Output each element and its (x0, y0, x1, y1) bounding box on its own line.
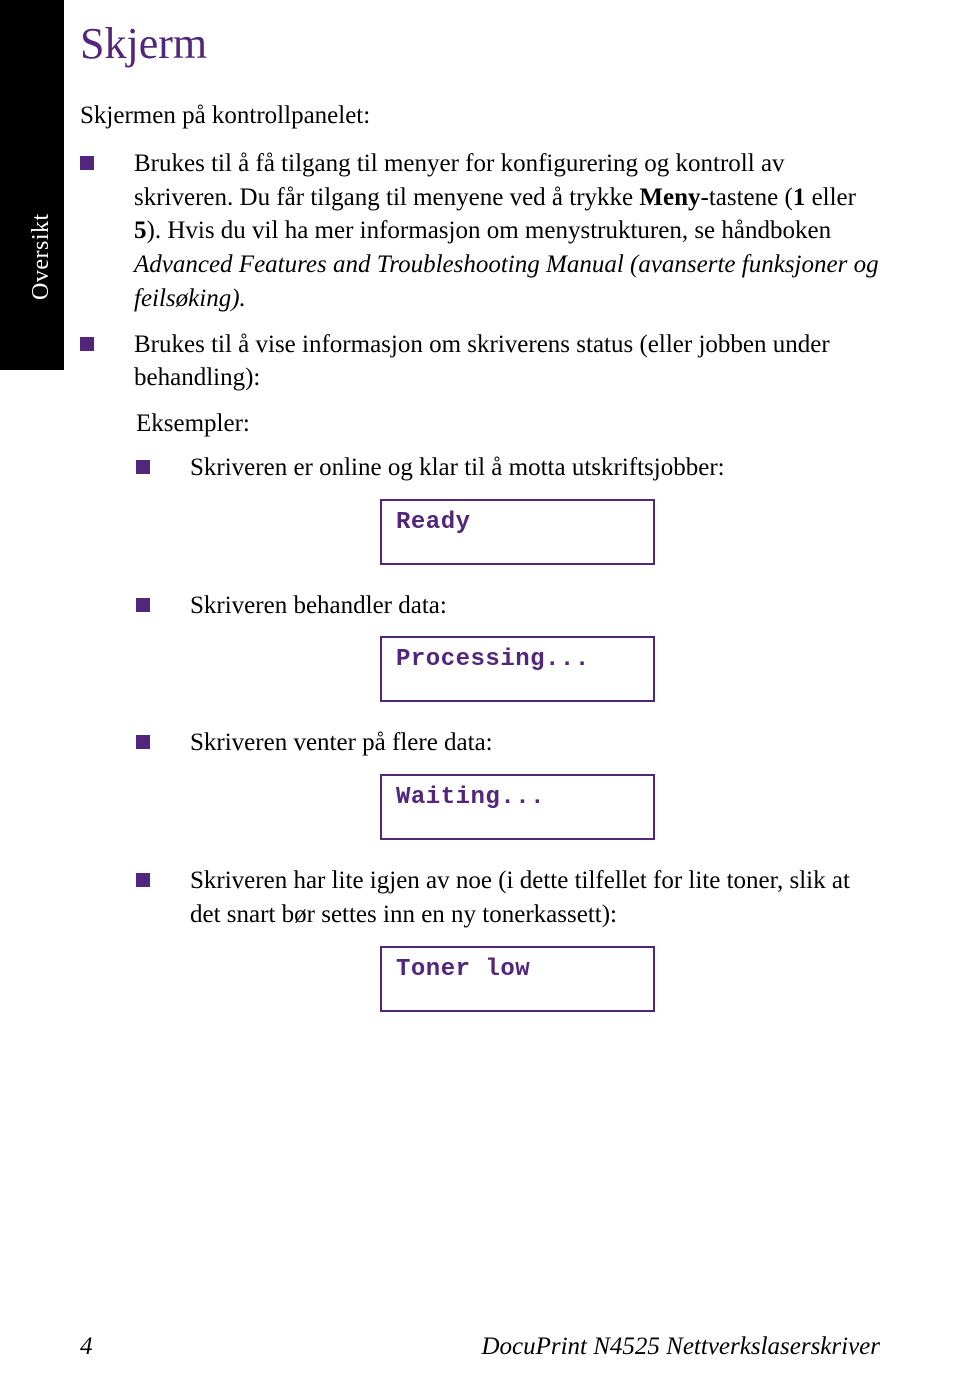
example-text-1: Skriveren er online og klar til å motta … (190, 451, 725, 485)
bullet-item-2: Brukes til å vise informasjon om skriver… (80, 328, 880, 396)
example-text-2: Skriveren behandler data: (190, 589, 447, 623)
example-text-3: Skriveren venter på flere data: (190, 726, 493, 760)
bullet-square-icon (136, 460, 150, 474)
page-title: Skjerm (80, 18, 880, 69)
lcd-text-processing: Processing... (396, 646, 639, 673)
lcd-box-ready: Ready (380, 499, 655, 565)
page-footer: 4 DocuPrint N4525 Nettverkslaserskriver (80, 1333, 880, 1361)
product-name: DocuPrint N4525 Nettverkslaserskriver (481, 1333, 880, 1361)
intro-text: Skjermen på kontrollpanelet: (80, 99, 880, 133)
content-area: Skjerm Skjermen på kontrollpanelet: Bruk… (80, 0, 880, 1036)
b1-post1: ). Hvis du vil ha mer informasjon om men… (147, 217, 832, 244)
b1-five: 5 (134, 217, 147, 244)
lcd-box-waiting: Waiting... (380, 774, 655, 840)
example-item-4: Skriveren har lite igjen av noe (i dette… (136, 864, 880, 932)
lcd-text-ready: Ready (396, 509, 639, 536)
bullet-item-1: Brukes til å få tilgang til menyer for k… (80, 147, 880, 316)
lcd-text-toner-low: Toner low (396, 956, 639, 983)
side-tab-label: Oversikt (28, 213, 55, 300)
b1-meny: Meny (639, 184, 700, 211)
side-tab: Oversikt (0, 0, 64, 370)
page-number: 4 (80, 1333, 93, 1361)
b1-mid: -tastene ( (701, 184, 793, 211)
b1-italic: Advanced Features and Troubleshooting Ma… (134, 251, 879, 312)
bullet-square-icon (136, 735, 150, 749)
bullet-square-icon (80, 337, 94, 351)
b1-one: 1 (793, 184, 806, 211)
lcd-text-waiting: Waiting... (396, 784, 639, 811)
lcd-box-processing: Processing... (380, 636, 655, 702)
b1-or: eller (805, 184, 856, 211)
example-item-1: Skriveren er online og klar til å motta … (136, 451, 880, 485)
example-text-4: Skriveren har lite igjen av noe (i dette… (190, 864, 880, 932)
lcd-box-toner-low: Toner low (380, 946, 655, 1012)
bullet-text-1: Brukes til å få tilgang til menyer for k… (134, 147, 880, 316)
bullet-text-2: Brukes til å vise informasjon om skriver… (134, 328, 880, 396)
example-item-3: Skriveren venter på flere data: (136, 726, 880, 760)
bullet-square-icon (80, 156, 94, 170)
bullet-square-icon (136, 598, 150, 612)
bullet-square-icon (136, 873, 150, 887)
examples-label: Eksempler: (136, 407, 880, 441)
example-item-2: Skriveren behandler data: (136, 589, 880, 623)
document-page: Oversikt Skjerm Skjermen på kontrollpane… (0, 0, 960, 1395)
